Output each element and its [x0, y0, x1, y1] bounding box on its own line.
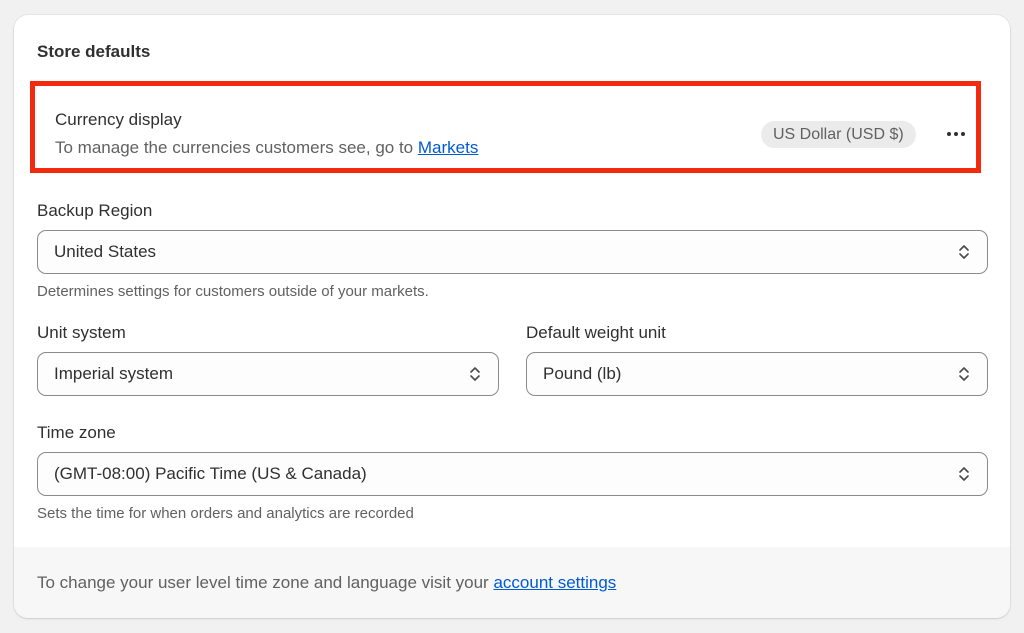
- currency-display-description: To manage the currencies customers see, …: [55, 138, 478, 158]
- unit-system-value: Imperial system: [54, 364, 174, 383]
- markets-link[interactable]: Markets: [418, 138, 478, 157]
- section-title: Store defaults: [37, 42, 151, 61]
- unit-system-select[interactable]: Imperial system: [37, 352, 499, 396]
- currency-badge: US Dollar (USD $): [761, 121, 916, 148]
- backup-region-help: Determines settings for customers outsid…: [37, 283, 429, 300]
- select-chevron-icon: [959, 367, 969, 381]
- weight-unit-value: Pound (lb): [543, 364, 622, 383]
- account-settings-link[interactable]: account settings: [493, 573, 616, 592]
- backup-region-select[interactable]: United States: [37, 230, 988, 274]
- more-horizontal-icon: [954, 132, 958, 136]
- currency-display-title: Currency display: [55, 110, 182, 129]
- select-chevron-icon: [470, 367, 480, 381]
- select-chevron-icon: [959, 467, 969, 481]
- weight-unit-select[interactable]: Pound (lb): [526, 352, 988, 396]
- store-defaults-card: Store defaults Currency display To manag…: [14, 15, 1010, 618]
- time-zone-select[interactable]: (GMT-08:00) Pacific Time (US & Canada): [37, 452, 988, 496]
- more-horizontal-icon: [947, 132, 951, 136]
- card-footer: To change your user level time zone and …: [14, 547, 1010, 618]
- backup-region-label: Backup Region: [37, 201, 153, 220]
- time-zone-help: Sets the time for when orders and analyt…: [37, 505, 414, 522]
- unit-system-label: Unit system: [37, 323, 126, 342]
- more-actions-button[interactable]: [938, 119, 974, 149]
- time-zone-label: Time zone: [37, 423, 116, 442]
- select-chevron-icon: [959, 245, 969, 259]
- weight-unit-label: Default weight unit: [526, 323, 666, 342]
- time-zone-value: (GMT-08:00) Pacific Time (US & Canada): [54, 464, 367, 483]
- currency-description-text: To manage the currencies customers see, …: [55, 138, 414, 157]
- footer-text-prefix: To change your user level time zone and …: [37, 573, 489, 592]
- more-horizontal-icon: [961, 132, 965, 136]
- backup-region-value: United States: [54, 242, 157, 261]
- footer-text: To change your user level time zone and …: [37, 573, 616, 593]
